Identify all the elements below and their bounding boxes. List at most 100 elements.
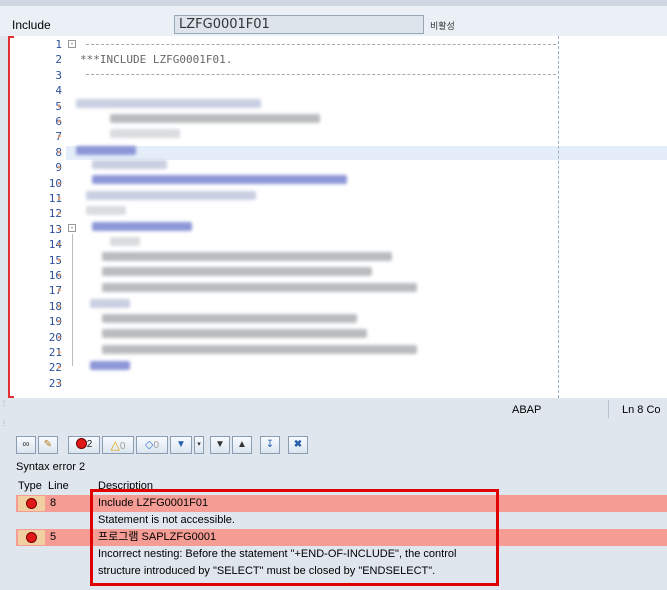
blurred-code-17 xyxy=(102,283,417,292)
error-icon xyxy=(26,498,37,509)
description-detail: Statement is not accessible. xyxy=(98,514,235,526)
blurred-code-5 xyxy=(76,99,261,108)
blurred-code-19 xyxy=(102,314,357,323)
line-number: 1 xyxy=(55,38,62,51)
details-icon[interactable]: ∞ xyxy=(16,436,36,454)
blurred-code-11 xyxy=(86,191,256,200)
cursor-position: Ln 8 Co xyxy=(622,404,661,416)
blurred-code-14 xyxy=(110,237,140,246)
description-detail: Incorrect nesting: Before the statement … xyxy=(98,548,457,560)
table-row-detail: Incorrect nesting: Before the statement … xyxy=(16,546,667,563)
line-number: 17 xyxy=(48,284,62,298)
line-number: 2 xyxy=(55,53,62,67)
line-number: 4 xyxy=(55,84,62,98)
warning-filter-button[interactable]: △0 xyxy=(102,436,134,454)
table-row[interactable]: 8 Include LZFG0001F01 xyxy=(16,495,667,512)
line-number: 23 xyxy=(48,376,62,390)
change-marker-icon: ▸ xyxy=(58,164,62,172)
line-number: 7 xyxy=(55,130,62,144)
line-number: 14 xyxy=(48,238,62,252)
line-number: 13 xyxy=(48,222,62,236)
line-number: 16 xyxy=(48,269,62,282)
fold-guide xyxy=(72,234,73,366)
change-marker-icon: ▸ xyxy=(58,333,62,341)
change-marker-icon: ▸ xyxy=(58,302,62,310)
description-title: Include LZFG0001F01 xyxy=(98,497,209,509)
line-cell: 5 xyxy=(50,531,57,543)
info-count: 0 xyxy=(153,440,160,451)
line-number: 15 xyxy=(48,253,62,267)
change-marker-icon: ▸ xyxy=(58,148,62,156)
line-number: 12 xyxy=(48,207,62,221)
line-number: 21 xyxy=(48,346,62,359)
table-row-detail: Statement is not accessible. xyxy=(16,512,667,529)
blurred-code-22 xyxy=(90,361,130,370)
pin-icon[interactable]: ↧ xyxy=(260,436,280,454)
edit-pencil-icon[interactable]: ✎ xyxy=(38,436,58,454)
blurred-code-20 xyxy=(102,329,367,338)
line-number: 10 xyxy=(48,176,62,190)
error-type-cell xyxy=(18,496,45,511)
line-number: 22 xyxy=(48,361,62,375)
left-grip-icon[interactable]: ⋮ xyxy=(1,400,7,407)
table-row[interactable]: 5 프로그램 SAPLZFG0001 xyxy=(16,529,667,546)
error-count: 2 xyxy=(86,439,93,450)
line-number-gutter: 1 2 3 4 5 ▸ 6 ▸ 7 ▸ 8 ▸ 9 ▸ 10 ▸ 11 ▸ 12 ▸ 13 ▸ 14 ▸ 15 ▸ 16 ▸ 17 ▸ 18… xyxy=(10,36,66,398)
editor-marker-top xyxy=(8,36,14,38)
description-title: 프로그램 SAPLZFG0001 xyxy=(98,531,217,543)
change-marker-icon: ▸ xyxy=(58,118,62,125)
line-number: 3 xyxy=(55,68,62,82)
warning-icon: △ xyxy=(110,438,120,452)
line-number: 19 xyxy=(48,315,62,329)
change-marker-icon: ▸ xyxy=(58,133,62,141)
column-header-description[interactable]: Description xyxy=(98,478,153,494)
change-marker-icon: ▸ xyxy=(58,241,62,249)
table-row-detail: structure introduced by "SELECT" must be… xyxy=(16,563,667,580)
fold-toggle-icon[interactable]: - xyxy=(68,224,76,232)
comment-separator-bottom xyxy=(86,74,556,75)
include-label: Include xyxy=(12,18,51,32)
editor-status-bar: ABAP Ln 8 Co xyxy=(0,398,667,420)
filter-icon[interactable]: ▼ xyxy=(170,436,192,454)
description-detail: structure introduced by "SELECT" must be… xyxy=(98,565,436,577)
line-number: 8 xyxy=(55,145,62,159)
filter-dropdown-icon[interactable]: ▾ xyxy=(194,436,204,454)
line-number: 18 xyxy=(48,299,62,313)
comment-separator-top xyxy=(86,44,556,45)
panel-title: Syntax error 2 xyxy=(16,461,86,473)
line-cell: 8 xyxy=(50,497,57,509)
blurred-code-15 xyxy=(102,252,392,261)
column-header-line[interactable]: Line xyxy=(48,478,69,494)
include-name-field[interactable]: LZFG0001F01 xyxy=(174,15,424,34)
change-marker-icon: ▸ xyxy=(58,287,62,295)
code-editor[interactable]: 1 2 3 4 5 ▸ 6 ▸ 7 ▸ 8 ▸ 9 ▸ 10 ▸ 11 ▸ 12 ▸ 13 ▸ 14 ▸ 15 ▸ 16 ▸ 17 ▸ 18… xyxy=(8,36,667,398)
move-up-icon[interactable]: ▲ xyxy=(232,436,252,454)
fold-toggle-icon[interactable]: - xyxy=(68,40,76,48)
change-marker-icon: ▸ xyxy=(58,195,62,202)
left-grip-icon[interactable]: ⋮ xyxy=(1,420,7,427)
error-filter-button[interactable]: 2 xyxy=(68,436,100,454)
close-icon[interactable]: ✖ xyxy=(288,436,308,454)
syntax-error-panel: ∞ ✎ 2 △0 ◇0 ▼ ▾ ▼ ▲ ↧ ✖ Syntax error 2 T… xyxy=(12,434,667,590)
change-marker-icon: ▸ xyxy=(58,179,62,187)
move-down-icon[interactable]: ▼ xyxy=(210,436,230,454)
activation-status: 비활성 xyxy=(430,21,455,31)
error-icon xyxy=(26,532,37,543)
blurred-code-6 xyxy=(110,114,320,123)
blurred-code-18 xyxy=(90,299,130,308)
blurred-code-7 xyxy=(110,129,180,138)
language-indicator: ABAP xyxy=(512,404,542,416)
error-icon xyxy=(75,437,87,449)
blurred-code-10 xyxy=(92,175,347,184)
change-marker-icon: ▸ xyxy=(58,210,62,218)
error-type-cell xyxy=(18,530,45,545)
right-margin-line xyxy=(558,36,559,398)
change-marker-icon: ▸ xyxy=(58,364,62,372)
column-header-type[interactable]: Type xyxy=(18,478,42,494)
line-number: 9 xyxy=(55,161,62,175)
change-marker-icon: ▸ xyxy=(58,256,62,264)
change-marker-icon: ▸ xyxy=(58,272,62,279)
info-filter-button[interactable]: ◇0 xyxy=(136,436,168,454)
warning-count: 0 xyxy=(119,441,126,452)
change-marker-icon: ▸ xyxy=(58,379,62,387)
